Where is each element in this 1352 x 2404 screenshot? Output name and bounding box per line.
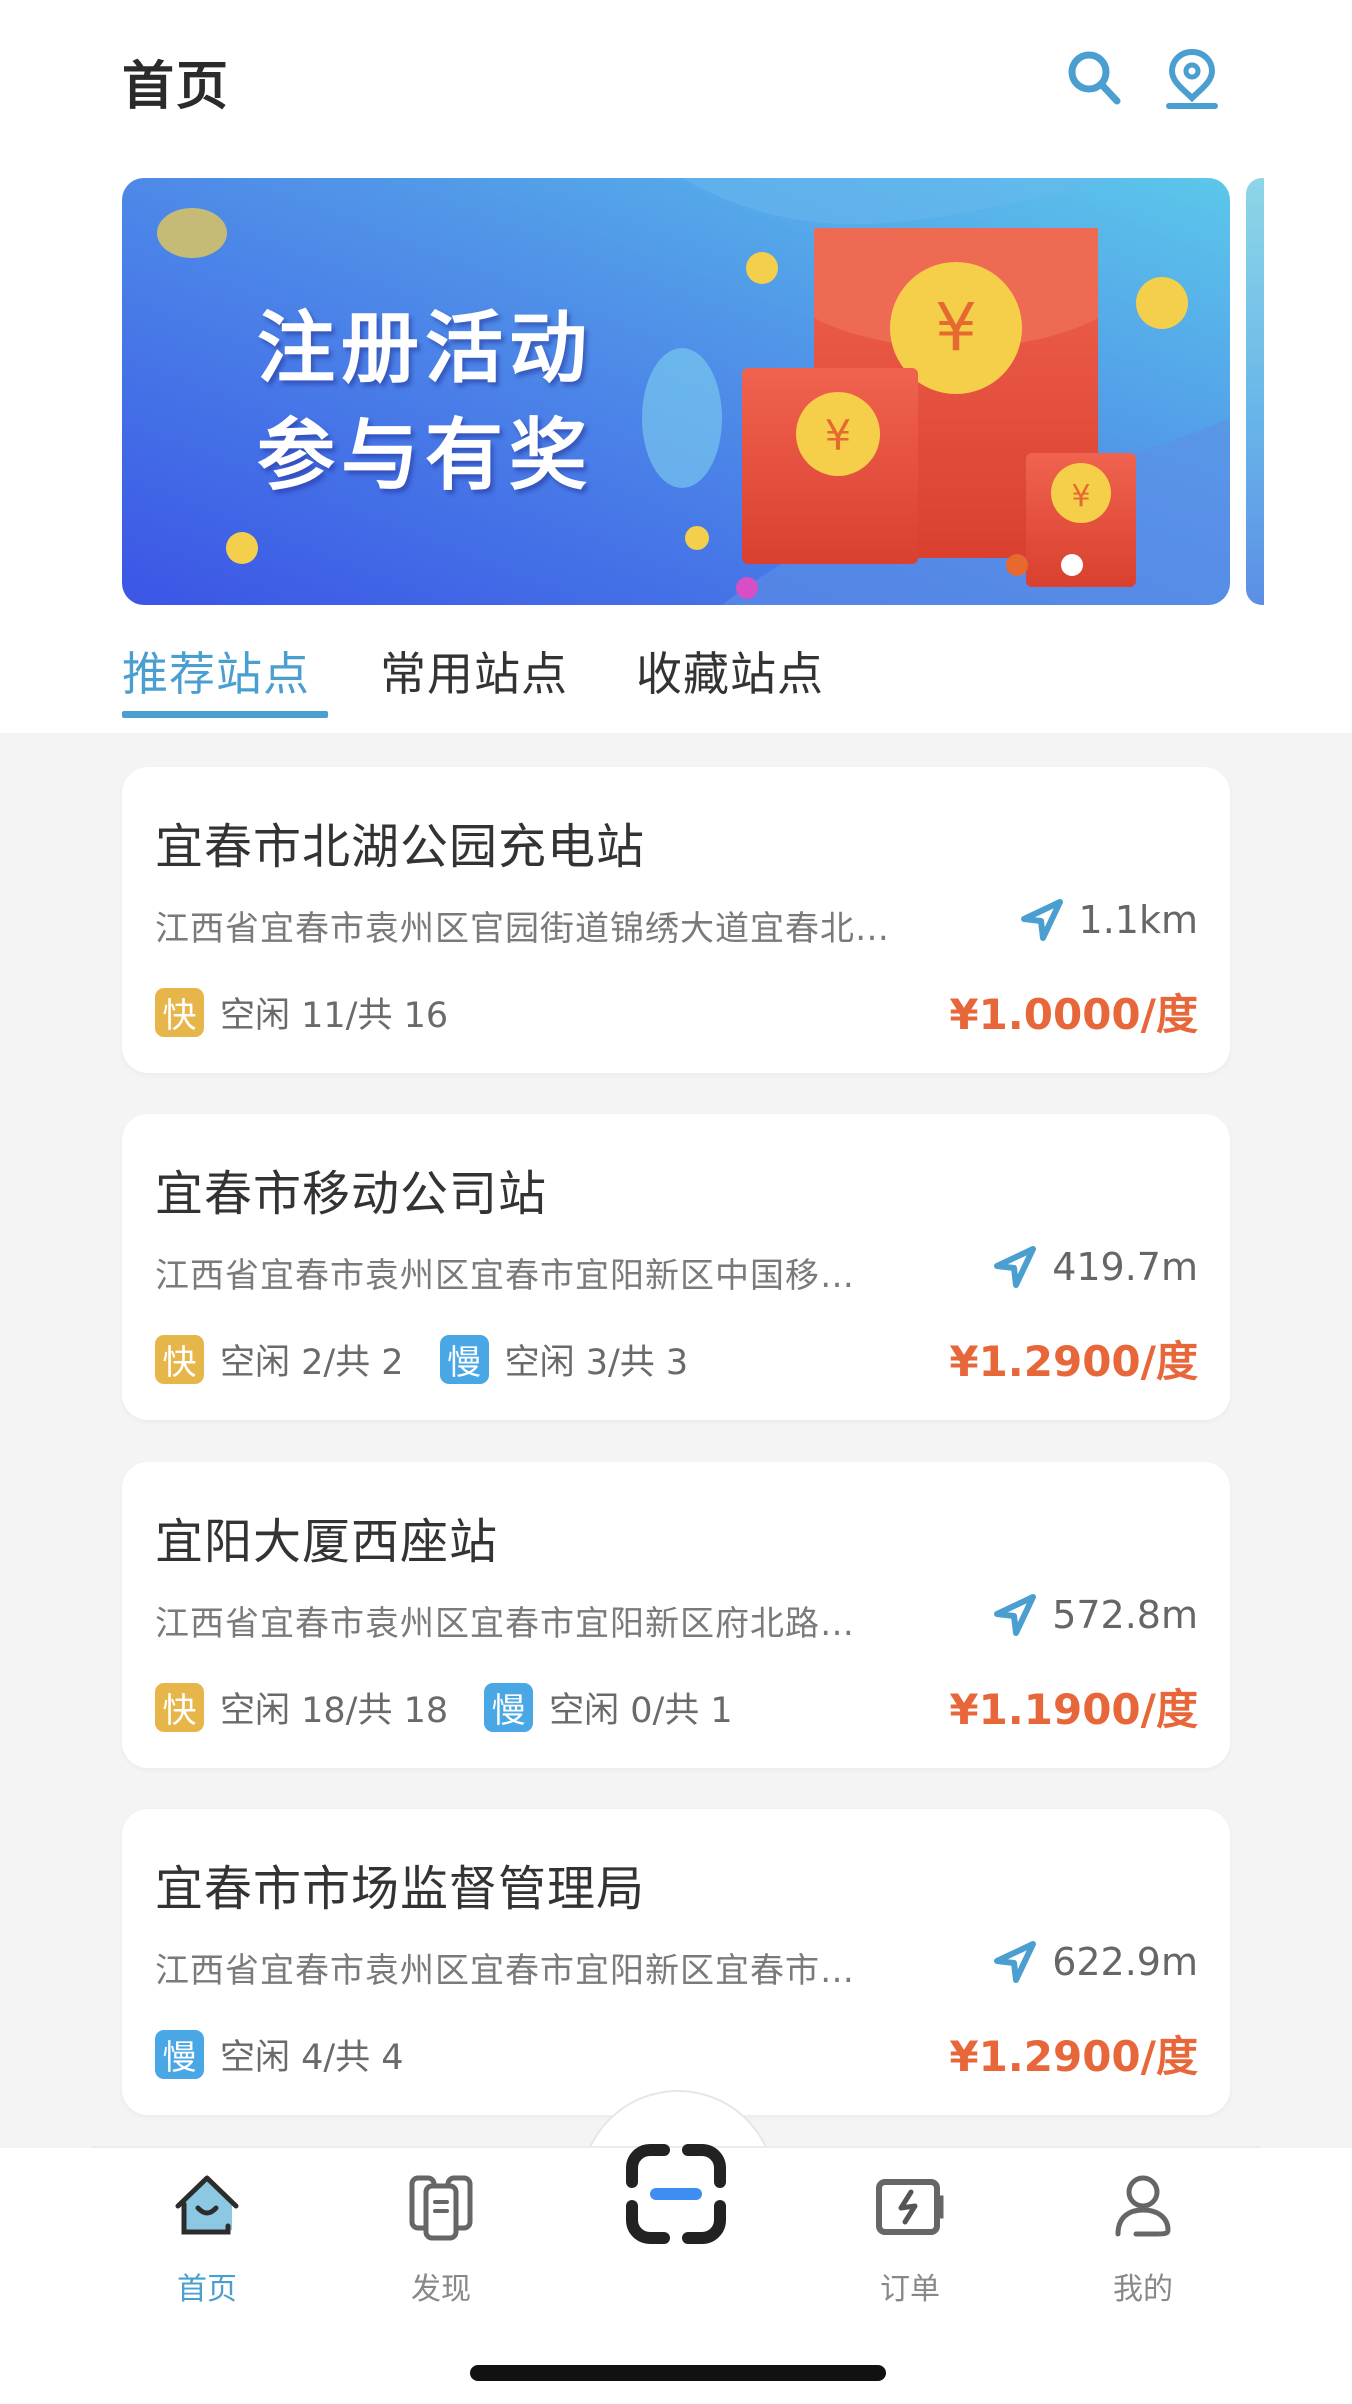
distance-value: 419.7m bbox=[1052, 1245, 1198, 1289]
station-name: 宜阳大厦西座站 bbox=[155, 1514, 499, 1570]
slot-availability: 空闲 3/共 3 bbox=[504, 1343, 689, 1383]
station-name: 宜春市移动公司站 bbox=[155, 1166, 548, 1222]
station-price: ¥1.2900/度 bbox=[949, 1337, 1198, 1386]
station-address: 江西省宜春市袁州区宜春市宜阳新区中国移… bbox=[155, 1256, 855, 1296]
nav-profile-label: 我的 bbox=[1113, 2272, 1173, 2307]
scan-button[interactable] bbox=[620, 2138, 732, 2250]
location-pin-icon[interactable] bbox=[1160, 46, 1224, 110]
station-tabs: 推荐站点 常用站点 收藏站点 bbox=[0, 610, 1352, 734]
slow-charge-badge: 慢 bbox=[484, 1683, 534, 1732]
next-banner-peek[interactable] bbox=[1246, 178, 1264, 605]
promo-banner[interactable]: ¥ ¥ ¥ 注册活动 参与有奖 bbox=[122, 178, 1230, 605]
station-address: 江西省宜春市袁州区宜春市宜阳新区宜春市… bbox=[155, 1951, 855, 1991]
nav-orders[interactable]: 订单 bbox=[840, 2170, 980, 2308]
slow-slot: 慢 空闲 3/共 3 bbox=[439, 1334, 689, 1385]
fast-charge-badge: 快 bbox=[155, 1335, 204, 1384]
station-name: 宜春市市场监督管理局 bbox=[155, 1861, 646, 1917]
carousel-dot[interactable] bbox=[1061, 554, 1083, 576]
slot-summary: 快 空闲 11/共 16 bbox=[155, 987, 484, 1038]
discover-icon bbox=[409, 2175, 473, 2241]
carousel-dot-active[interactable] bbox=[1006, 554, 1028, 576]
slot-availability: 空闲 2/共 2 bbox=[220, 1343, 404, 1383]
station-card[interactable]: 宜阳大厦西座站 江西省宜春市袁州区宜春市宜阳新区府北路… 572.8m 快 空闲… bbox=[122, 1462, 1230, 1768]
station-address: 江西省宜春市袁州区官园街道锦绣大道宜春北… bbox=[155, 909, 890, 949]
profile-icon bbox=[1115, 2175, 1171, 2237]
page-title: 首页 bbox=[122, 57, 231, 117]
station-price: ¥1.2900/度 bbox=[949, 2032, 1198, 2081]
distance-value: 622.9m bbox=[1052, 1940, 1198, 1984]
tab-frequent[interactable]: 常用站点 bbox=[380, 638, 568, 704]
slot-availability: 空闲 0/共 1 bbox=[549, 1691, 733, 1731]
tab-recommended[interactable]: 推荐站点 bbox=[122, 638, 310, 704]
station-address: 江西省宜春市袁州区宜春市宜阳新区府北路… bbox=[155, 1604, 855, 1644]
navigate-arrow-icon bbox=[994, 1594, 1037, 1636]
header: 首页 bbox=[0, 0, 1352, 160]
scan-icon bbox=[626, 2144, 726, 2244]
navigate-arrow-icon bbox=[1020, 899, 1063, 941]
distance-value: 1.1km bbox=[1078, 898, 1198, 942]
nav-profile[interactable]: 我的 bbox=[1073, 2170, 1213, 2308]
fast-charge-badge: 快 bbox=[155, 988, 204, 1037]
fast-slot: 快 空闲 18/共 18 bbox=[155, 1682, 448, 1733]
nav-discover-label: 发现 bbox=[411, 2272, 471, 2307]
station-price: ¥1.1900/度 bbox=[949, 1685, 1198, 1734]
station-distance[interactable]: 419.7m bbox=[992, 1244, 1198, 1290]
banner-headline-line1: 注册活动 bbox=[257, 304, 594, 394]
slot-summary: 快 空闲 2/共 2 慢 空闲 3/共 3 bbox=[155, 1334, 724, 1385]
station-name: 宜春市北湖公园充电站 bbox=[155, 819, 646, 875]
navigate-arrow-icon bbox=[994, 1941, 1037, 1983]
svg-text:¥: ¥ bbox=[825, 411, 852, 460]
slot-summary: 快 空闲 18/共 18 慢 空闲 0/共 1 bbox=[155, 1682, 769, 1733]
svg-text:¥: ¥ bbox=[935, 289, 977, 366]
active-tab-indicator bbox=[122, 711, 328, 718]
navigate-arrow-icon bbox=[994, 1246, 1037, 1288]
slot-summary: 慢 空闲 4/共 4 bbox=[155, 2029, 440, 2080]
station-card[interactable]: 宜春市市场监督管理局 江西省宜春市袁州区宜春市宜阳新区宜春市… 622.9m 慢… bbox=[122, 1809, 1230, 2115]
slow-charge-badge: 慢 bbox=[155, 2030, 204, 2079]
nav-home-label: 首页 bbox=[177, 2272, 237, 2307]
station-price: ¥1.0000/度 bbox=[949, 990, 1198, 1039]
banner-headline-line2: 参与有奖 bbox=[257, 411, 594, 501]
fast-slot: 快 空闲 2/共 2 bbox=[155, 1334, 404, 1385]
search-icon[interactable] bbox=[1062, 46, 1126, 110]
tab-favorites[interactable]: 收藏站点 bbox=[636, 638, 824, 704]
home-icon bbox=[175, 2175, 239, 2235]
svg-text:¥: ¥ bbox=[1071, 479, 1090, 514]
slot-availability: 空闲 4/共 4 bbox=[220, 2038, 404, 2078]
nav-home[interactable]: 首页 bbox=[137, 2170, 277, 2308]
order-battery-icon bbox=[876, 2179, 944, 2235]
nav-discover[interactable]: 发现 bbox=[371, 2170, 511, 2308]
station-card[interactable]: 宜春市移动公司站 江西省宜春市袁州区宜春市宜阳新区中国移… 419.7m 快 空… bbox=[122, 1114, 1230, 1420]
slot-availability: 空闲 18/共 18 bbox=[220, 1691, 449, 1731]
slow-charge-badge: 慢 bbox=[439, 1335, 489, 1384]
slow-slot: 慢 空闲 0/共 1 bbox=[484, 1682, 733, 1733]
nav-orders-label: 订单 bbox=[880, 2272, 940, 2307]
station-distance[interactable]: 572.8m bbox=[992, 1592, 1198, 1638]
fast-charge-badge: 快 bbox=[155, 1683, 204, 1732]
station-card[interactable]: 宜春市北湖公园充电站 江西省宜春市袁州区官园街道锦绣大道宜春北… 1.1km 快… bbox=[122, 767, 1230, 1073]
distance-value: 572.8m bbox=[1052, 1593, 1198, 1637]
station-distance[interactable]: 622.9m bbox=[992, 1939, 1198, 1985]
home-indicator[interactable] bbox=[470, 2365, 886, 2381]
slot-availability: 空闲 11/共 16 bbox=[220, 996, 449, 1036]
fast-slot: 快 空闲 11/共 16 bbox=[155, 987, 448, 1038]
slow-slot: 慢 空闲 4/共 4 bbox=[155, 2029, 404, 2080]
station-distance[interactable]: 1.1km bbox=[1019, 897, 1198, 943]
